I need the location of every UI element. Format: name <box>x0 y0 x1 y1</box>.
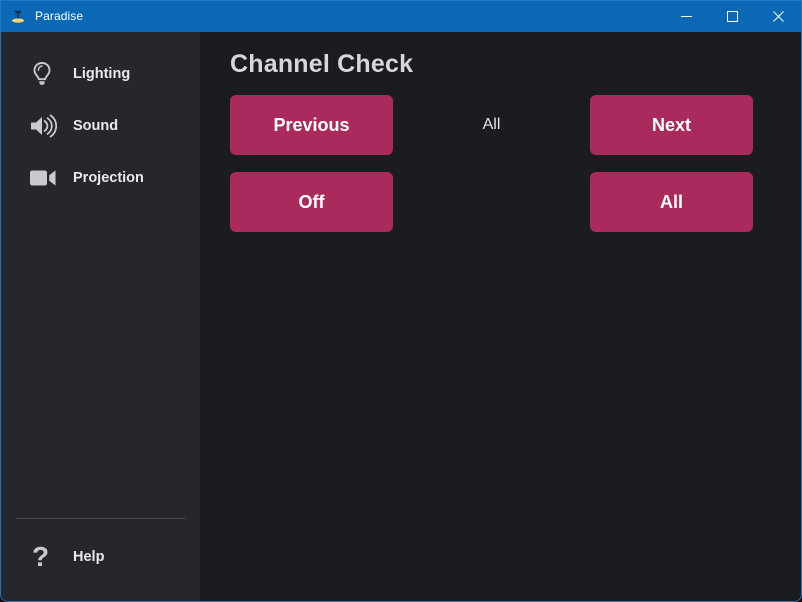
maximize-button[interactable] <box>709 1 755 32</box>
window-body: Lighting Sound Projection ? Help Channel… <box>1 32 801 601</box>
maximize-icon <box>726 11 738 22</box>
speaker-waves-icon <box>29 111 63 141</box>
app-window: Paradise Lighting Sound Projection ? Hel… <box>0 0 802 602</box>
sidebar-item-label: Sound <box>73 118 119 134</box>
close-button[interactable] <box>755 1 801 32</box>
close-icon <box>772 11 784 22</box>
sidebar-item-label: Projection <box>73 170 144 186</box>
svg-text:?: ? <box>32 541 49 572</box>
all-button[interactable]: All <box>590 172 753 232</box>
window-title: Paradise <box>35 9 84 23</box>
lightbulb-icon <box>29 59 63 89</box>
window-controls <box>663 1 801 32</box>
main-content: Channel Check Previous All Next Off All <box>200 32 801 601</box>
grid-spacer <box>393 172 590 232</box>
video-camera-icon <box>29 163 63 193</box>
palm-tree-island-icon <box>9 8 27 26</box>
off-button[interactable]: Off <box>230 172 393 232</box>
minimize-icon <box>680 16 692 17</box>
minimize-button[interactable] <box>663 1 709 32</box>
next-button[interactable]: Next <box>590 95 753 155</box>
sidebar-item-lighting[interactable]: Lighting <box>1 48 200 100</box>
sidebar: Lighting Sound Projection ? Help <box>1 32 200 601</box>
title-bar: Paradise <box>1 1 801 32</box>
sidebar-help-section: ? Help <box>1 519 200 601</box>
page-title: Channel Check <box>230 50 414 78</box>
sidebar-item-label: Lighting <box>73 66 131 82</box>
question-mark-icon: ? <box>29 541 63 572</box>
channel-check-controls: Previous All Next Off All <box>230 95 753 232</box>
all-status-label: All <box>482 116 501 133</box>
sidebar-item-sound[interactable]: Sound <box>1 100 200 152</box>
sidebar-item-help[interactable]: ? Help <box>1 531 200 583</box>
previous-button[interactable]: Previous <box>230 95 393 155</box>
sidebar-item-projection[interactable]: Projection <box>1 152 200 204</box>
sidebar-item-label: Help <box>73 549 105 565</box>
